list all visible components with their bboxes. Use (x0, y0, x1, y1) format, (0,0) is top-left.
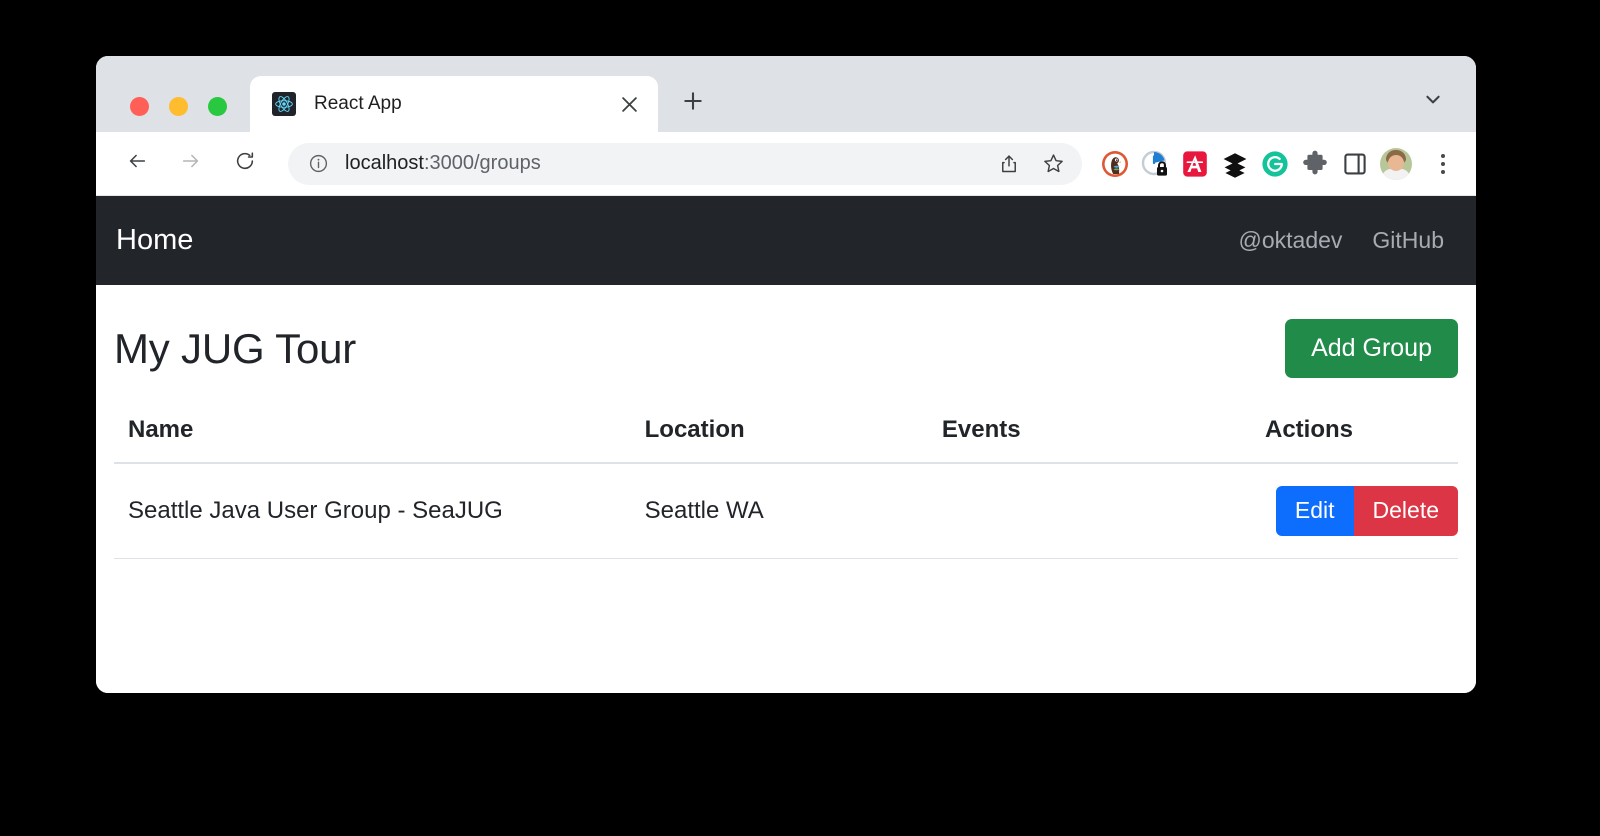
grammarly-extension-icon[interactable] (1260, 149, 1290, 179)
browser-toolbar: localhost:3000/groups (96, 132, 1476, 196)
add-group-button[interactable]: Add Group (1285, 319, 1458, 378)
page-header: My JUG Tour Add Group (114, 285, 1458, 378)
kebab-dot (1441, 170, 1445, 174)
layers-extension-icon[interactable] (1220, 149, 1250, 179)
page-title: My JUG Tour (114, 325, 356, 373)
info-circle-icon[interactable] (306, 152, 330, 176)
navbar-link-github[interactable]: GitHub (1372, 227, 1444, 254)
column-header-name: Name (114, 416, 631, 463)
url-text: localhost:3000/groups (345, 152, 990, 175)
reload-button[interactable] (226, 145, 264, 183)
share-icon[interactable] (990, 145, 1028, 183)
duckduckgo-extension-icon[interactable] (1100, 149, 1130, 179)
extension-icons (1100, 147, 1458, 181)
arrow-left-icon (126, 150, 148, 177)
content-container: My JUG Tour Add Group Name Location Even… (96, 285, 1476, 559)
cell-group-name: Seattle Java User Group - SeaJUG (114, 463, 631, 558)
cell-group-actions: Edit Delete (1251, 463, 1458, 558)
privacy-lock-extension-icon[interactable] (1140, 149, 1170, 179)
row-action-button-group: Edit Delete (1276, 486, 1458, 536)
profile-avatar[interactable] (1380, 148, 1412, 180)
browser-tab-strip: React App (96, 56, 1476, 132)
table-header-row: Name Location Events Actions (114, 416, 1458, 463)
url-path: :3000/groups (424, 152, 541, 174)
edit-button[interactable]: Edit (1276, 486, 1354, 536)
app-navbar: Home @oktadev GitHub (96, 196, 1476, 285)
table-row: Seattle Java User Group - SeaJUG Seattle… (114, 463, 1458, 558)
groups-table: Name Location Events Actions Seattle Jav… (114, 416, 1458, 559)
aaa-extension-icon[interactable] (1180, 149, 1210, 179)
avatar-face (1388, 155, 1404, 171)
page-content: Home @oktadev GitHub My JUG Tour Add Gro… (96, 196, 1476, 693)
groups-table-head: Name Location Events Actions (114, 416, 1458, 463)
new-tab-button[interactable] (674, 84, 712, 122)
window-traffic-lights (130, 97, 227, 116)
reload-icon (234, 150, 256, 177)
kebab-dot (1441, 154, 1445, 158)
maximize-window-button[interactable] (208, 97, 227, 116)
cell-group-location: Seattle WA (631, 463, 928, 558)
groups-table-body: Seattle Java User Group - SeaJUG Seattle… (114, 463, 1458, 558)
kebab-dot (1441, 162, 1445, 166)
address-bar[interactable]: localhost:3000/groups (288, 143, 1082, 185)
forward-button[interactable] (172, 145, 210, 183)
star-icon[interactable] (1034, 145, 1072, 183)
puzzle-extensions-icon[interactable] (1300, 149, 1330, 179)
column-header-actions: Actions (1251, 416, 1458, 463)
plus-icon (682, 90, 704, 117)
navbar-link-oktadev[interactable]: @oktadev (1239, 227, 1343, 254)
back-button[interactable] (118, 145, 156, 183)
close-icon[interactable] (612, 87, 646, 121)
kebab-menu-icon[interactable] (1428, 147, 1458, 181)
minimize-window-button[interactable] (169, 97, 188, 116)
browser-window: React App (96, 56, 1476, 693)
side-panel-icon[interactable] (1340, 149, 1370, 179)
react-logo-icon (272, 92, 296, 116)
column-header-events: Events (928, 416, 1251, 463)
delete-button[interactable]: Delete (1354, 486, 1458, 536)
browser-tab-title: React App (314, 93, 612, 115)
tab-list-button[interactable] (1418, 86, 1448, 116)
navbar-links: @oktadev GitHub (1239, 227, 1445, 254)
navbar-brand-home[interactable]: Home (116, 224, 193, 257)
column-header-location: Location (631, 416, 928, 463)
arrow-right-icon (180, 150, 202, 177)
cell-group-events (928, 463, 1251, 558)
chevron-down-icon (1424, 90, 1442, 113)
screen: React App (0, 0, 1600, 836)
close-window-button[interactable] (130, 97, 149, 116)
url-host: localhost (345, 152, 424, 174)
omnibox-actions (990, 145, 1072, 183)
browser-tab-react-app[interactable]: React App (250, 76, 658, 132)
